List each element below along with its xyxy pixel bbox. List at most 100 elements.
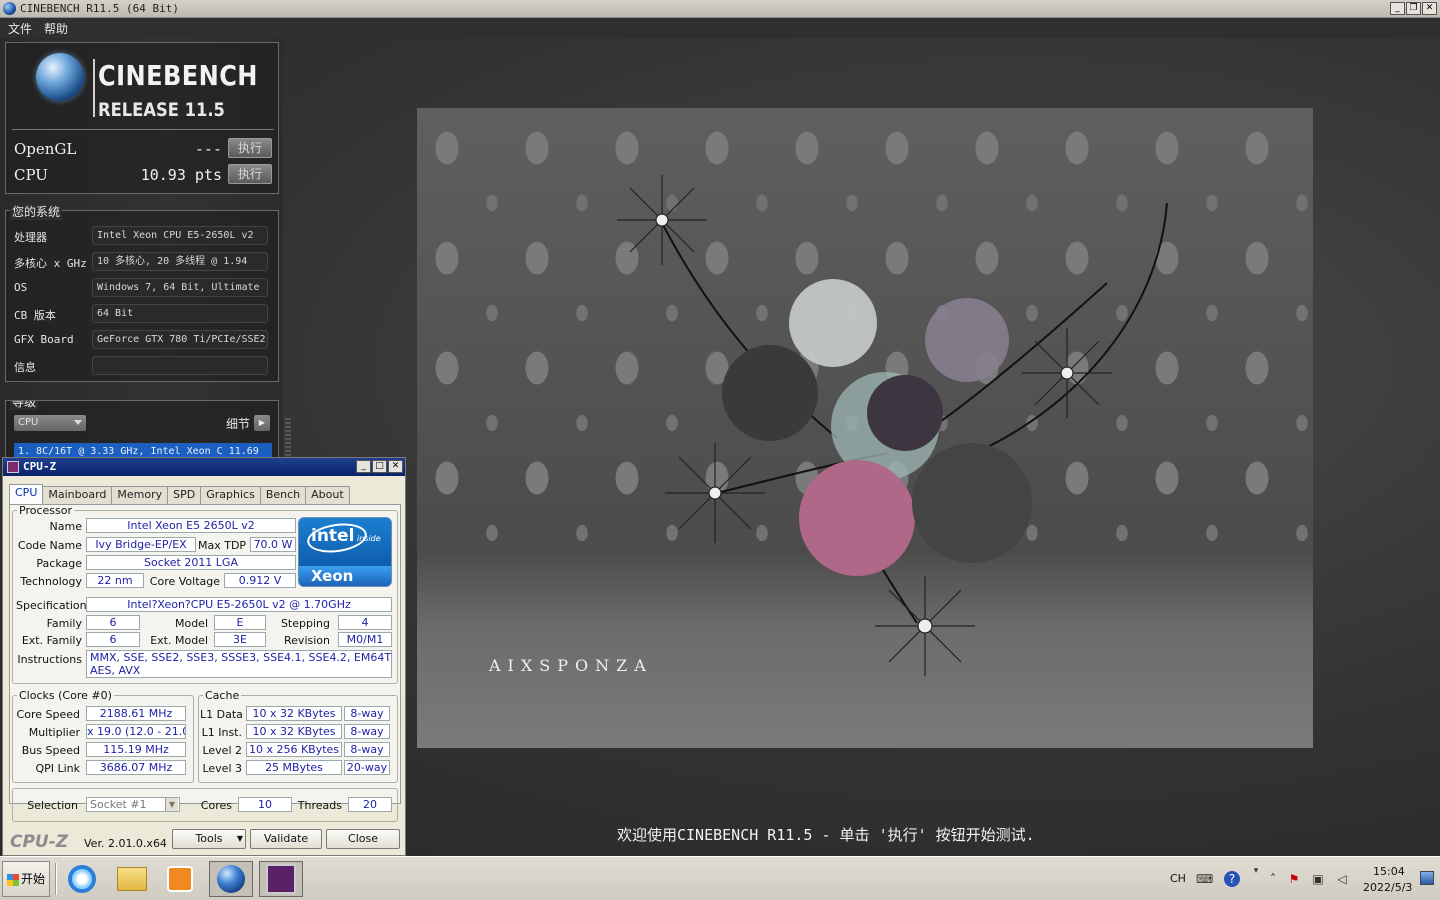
close-cpuz-button[interactable]: Close <box>326 829 400 849</box>
menu-help[interactable]: 帮助 <box>44 20 68 37</box>
validate-button[interactable]: Validate <box>250 829 322 849</box>
render-sphere <box>722 345 818 441</box>
max-tdp-label: Max TDP <box>198 539 247 552</box>
system-info-panel: 您的系统 处理器 Intel Xeon CPU E5-2650L v2 多核心 … <box>5 203 279 382</box>
technology-label: Technology <box>20 575 82 588</box>
clock-date[interactable]: 2022/5/3 <box>1363 881 1412 894</box>
cpuz-app-icon <box>7 461 19 473</box>
max-tdp-value: 70.0 W <box>250 537 296 552</box>
taskbar-media-player[interactable] <box>158 861 202 897</box>
render-dandelion <box>665 443 765 543</box>
cpuz-tabs: CPU Mainboard Memory SPD Graphics Bench … <box>9 484 350 504</box>
network-icon[interactable]: ▣ <box>1310 871 1326 887</box>
system-row-gfx: GFX Board GeForce GTX 780 Ti/PCIe/SSE2 <box>14 330 272 350</box>
taskbar-ie[interactable] <box>60 861 104 897</box>
show-hidden-icons-icon[interactable]: ˄ <box>1265 871 1281 887</box>
taskbar-separator <box>55 863 57 895</box>
tab-bench[interactable]: Bench <box>259 486 307 504</box>
revision-label: Revision <box>284 634 330 647</box>
opengl-score-row: OpenGL --- 执行 <box>14 138 272 160</box>
taskbar: 开始 CH ⌨ ? ▾ ˄ ⚑ ▣ ◁ 15:04 2022/5/3 <box>0 856 1440 900</box>
cache-size-value: 10 x 32 KBytes <box>246 706 342 721</box>
cinebench-icon <box>217 865 245 893</box>
system-value: Intel Xeon CPU E5-2650L v2 <box>92 226 268 245</box>
ranking-type-dropdown[interactable]: CPU <box>14 415 86 431</box>
ranking-detail-button[interactable]: ▶ <box>254 415 270 431</box>
action-center-icon[interactable]: ⚑ <box>1286 871 1302 887</box>
intel-logo-text: intel <box>311 526 355 546</box>
technology-value: 22 nm <box>86 573 144 588</box>
language-indicator[interactable]: CH <box>1170 872 1186 885</box>
minimize-button[interactable]: _ <box>1390 2 1405 15</box>
start-button[interactable]: 开始 <box>2 861 50 897</box>
cinebench-titlebar[interactable]: CINEBENCH R11.5 (64 Bit) _ ❐ ✕ <box>0 0 1440 18</box>
aixsponza-watermark: AIXSPONZA <box>489 656 653 675</box>
clocks-legend: Clocks (Core #0) <box>19 689 112 702</box>
tab-mainboard[interactable]: Mainboard <box>42 486 113 504</box>
cores-label: Cores <box>200 799 232 812</box>
selection-label: Selection <box>27 799 78 812</box>
media-player-icon <box>167 866 193 892</box>
render-sphere <box>867 375 943 451</box>
ext-family-value: 6 <box>86 632 140 647</box>
taskbar-cinebench[interactable] <box>209 861 253 897</box>
stepping-value: 4 <box>338 615 392 630</box>
cpu-score-row: CPU 10.93 pts 执行 <box>14 164 272 186</box>
cache-size-value: 25 MBytes <box>246 760 342 775</box>
cinebench-logo-release: RELEASE 11.5 <box>98 99 225 121</box>
cache-label: L1 Data <box>200 708 243 721</box>
tab-spd[interactable]: SPD <box>167 486 202 504</box>
processor-legend: Processor <box>19 504 72 517</box>
cpuz-minimize-button[interactable]: _ <box>356 460 371 473</box>
cpu-run-button[interactable]: 执行 <box>228 164 272 184</box>
specification-label: Specification <box>16 599 87 612</box>
socket-select[interactable]: Socket #1 ▼ <box>86 797 180 812</box>
opengl-run-button[interactable]: 执行 <box>228 138 272 158</box>
core-voltage-label: Core Voltage <box>149 575 220 588</box>
cache-label: Level 2 <box>202 744 242 757</box>
cinebench-app-icon <box>3 2 16 15</box>
maximize-button[interactable]: ❐ <box>1406 2 1421 15</box>
system-value: 10 多核心, 20 多线程 @ 1.94 <box>92 252 268 271</box>
keyboard-icon[interactable]: ⌨ <box>1196 871 1213 887</box>
info-input[interactable] <box>92 356 268 375</box>
cpuz-titlebar[interactable]: CPU-Z _ □ ✕ <box>3 458 405 476</box>
tab-graphics[interactable]: Graphics <box>200 486 261 504</box>
tab-memory[interactable]: Memory <box>111 486 169 504</box>
specification-value: Intel?Xeon?CPU E5-2650L v2 @ 1.70GHz <box>86 597 392 612</box>
clock-time[interactable]: 15:04 <box>1373 865 1405 878</box>
logo-divider <box>93 59 95 117</box>
volume-icon[interactable]: ◁ <box>1334 871 1350 887</box>
close-button[interactable]: ✕ <box>1422 2 1437 15</box>
core-voltage-value: 0.912 V <box>224 573 296 588</box>
cinebench-menubar: 文件 帮助 <box>0 18 1440 38</box>
cpuz-window-title: CPU-Z <box>23 460 57 473</box>
help-icon[interactable]: ? <box>1224 871 1240 887</box>
instructions-label: Instructions <box>17 653 82 666</box>
tab-about[interactable]: About <box>305 486 350 504</box>
tab-cpu[interactable]: CPU <box>9 484 44 504</box>
cpu-name-value: Intel Xeon E5 2650L v2 <box>86 518 296 533</box>
cache-way-value: 20-way <box>344 760 390 775</box>
system-label: 处理器 <box>14 231 47 244</box>
taskbar-cpuz[interactable] <box>259 861 303 897</box>
menu-file[interactable]: 文件 <box>8 20 32 37</box>
cpuz-maximize-button[interactable]: □ <box>372 460 387 473</box>
cache-way-value: 8-way <box>344 742 390 757</box>
tools-button[interactable]: Tools ▼ <box>172 829 246 849</box>
render-dandelion <box>875 576 975 676</box>
clock-label: Core Speed <box>16 708 80 721</box>
cpuz-logo: CPU-Z <box>10 832 69 852</box>
cinebench-score-panel: CINEBENCH RELEASE 11.5 OpenGL --- 执行 CPU… <box>5 42 279 194</box>
taskbar-explorer[interactable] <box>110 861 154 897</box>
system-row-cores: 多核心 x GHz 10 多核心, 20 多线程 @ 1.94 <box>14 252 272 272</box>
system-row-cb-version: CB 版本 64 Bit <box>14 304 272 324</box>
show-desktop-button[interactable] <box>1420 871 1434 885</box>
cpuz-close-button[interactable]: ✕ <box>388 460 403 473</box>
ime-options-icon[interactable]: ▾ <box>1248 863 1264 879</box>
ranking-scrollbar[interactable] <box>285 418 291 458</box>
instructions-value: MMX, SSE, SSE2, SSE3, SSSE3, SSE4.1, SSE… <box>86 650 392 678</box>
ranking-panel-title: 等级 <box>10 401 39 410</box>
ranking-type-value: CPU <box>18 417 39 428</box>
revision-value: M0/M1 <box>338 632 392 647</box>
